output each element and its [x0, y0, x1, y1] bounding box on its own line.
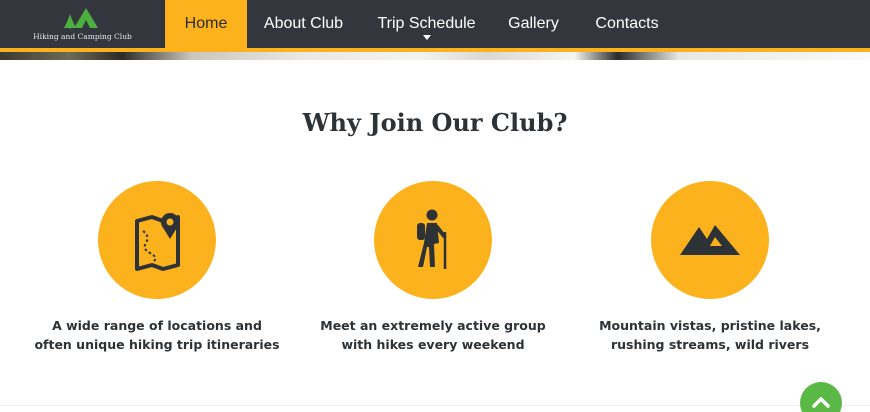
feature-text: Meet an extremely active group with hike…: [320, 318, 546, 352]
feature-icon-circle: [98, 181, 216, 299]
feature-text: A wide range of locations and often uniq…: [34, 318, 280, 352]
feature-card-locations: A wide range of locations and often uniq…: [19, 181, 295, 354]
feature-card-group: Meet an extremely active group with hike…: [295, 181, 571, 354]
feature-card-nature: Mountain vistas, pristine lakes, rushing…: [572, 181, 848, 354]
nav-item-gallery[interactable]: Gallery: [493, 0, 574, 48]
nav-item-label: Gallery: [508, 15, 559, 32]
nav-item-contacts[interactable]: Contacts: [574, 0, 680, 48]
site-logo[interactable]: Hiking and Camping Club: [0, 0, 165, 48]
main-navbar: Hiking and Camping Club Home About Club …: [0, 0, 870, 48]
nav-item-home[interactable]: Home: [165, 0, 247, 48]
tents-trees-logo-icon: [64, 8, 98, 29]
site-logo-text: Hiking and Camping Club: [33, 32, 132, 41]
hiker-icon: [417, 209, 447, 269]
hero-image-edge: [0, 52, 870, 60]
back-to-top-button[interactable]: [800, 382, 842, 412]
nav-item-label: Home: [184, 15, 228, 32]
section-divider: [0, 405, 870, 406]
section-title: Why Join Our Club?: [302, 108, 568, 137]
nav-item-label: Trip Schedule: [377, 15, 476, 32]
dropdown-caret-icon: [422, 35, 431, 40]
feature-icon-circle: [651, 181, 769, 299]
nav-item-label: Contacts: [595, 15, 659, 32]
feature-text: Mountain vistas, pristine lakes, rushing…: [599, 318, 821, 352]
map-pin-icon: [135, 213, 180, 271]
nav-item-trip-schedule[interactable]: Trip Schedule: [360, 0, 493, 48]
nav-item-label: About Club: [263, 15, 344, 32]
nav-item-about-club[interactable]: About Club: [247, 0, 360, 48]
feature-icon-circle: [374, 181, 492, 299]
chevron-up-icon: [812, 397, 830, 408]
mountains-icon: [680, 225, 740, 255]
